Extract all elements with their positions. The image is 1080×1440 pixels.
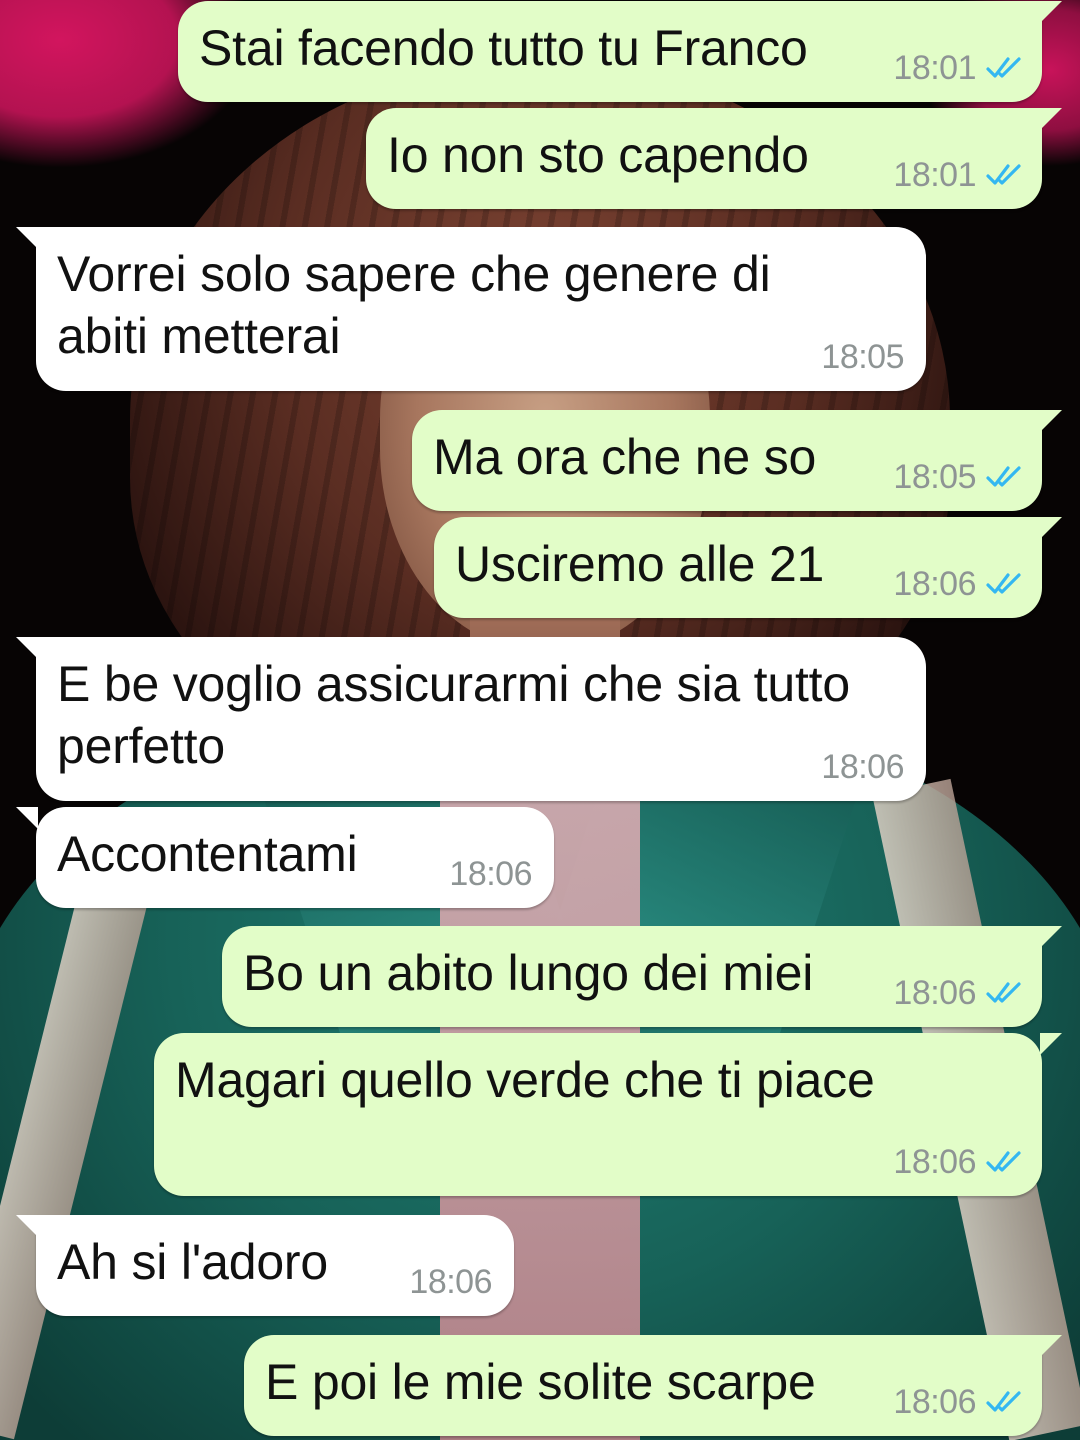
message-meta: 18:06 (893, 1142, 1024, 1182)
message-text: E poi le mie solite scarpe (265, 1354, 816, 1410)
incoming-message[interactable]: Accontentami 18:06 (16, 807, 554, 908)
message-text: Io non sto capendo (387, 127, 809, 183)
read-double-check-icon (986, 1391, 1021, 1412)
message-time: 18:06 (449, 855, 532, 893)
message-time: 18:01 (893, 49, 976, 87)
read-double-check-icon (986, 57, 1021, 78)
read-double-check-icon (986, 1151, 1021, 1172)
outgoing-message[interactable]: Usciremo alle 21 18:06 (434, 517, 1062, 618)
message-time: 18:06 (893, 974, 976, 1012)
outgoing-message[interactable]: E poi le mie solite scarpe 18:06 (244, 1335, 1062, 1436)
message-text: Ma ora che ne so (433, 429, 817, 485)
read-double-check-icon (986, 982, 1021, 1003)
message-meta: 18:05 (821, 337, 904, 377)
message-meta: 18:01 (893, 155, 1024, 195)
message-time: 18:06 (409, 1263, 492, 1301)
message-list[interactable]: Stai facendo tutto tu Franco 18:01 Io no… (0, 0, 1080, 1440)
outgoing-message[interactable]: Io non sto capendo 18:01 (366, 108, 1062, 209)
message-time: 18:06 (821, 748, 904, 786)
outgoing-message[interactable]: Bo un abito lungo dei miei 18:06 (222, 926, 1062, 1027)
message-text: E be voglio assicurarmi che sia tutto pe… (57, 656, 850, 774)
message-meta: 18:05 (893, 457, 1024, 497)
read-double-check-icon (986, 466, 1021, 487)
message-time: 18:06 (893, 1383, 976, 1421)
outgoing-message[interactable]: Stai facendo tutto tu Franco 18:01 (178, 1, 1062, 102)
message-meta: 18:06 (893, 973, 1024, 1013)
message-meta: 18:06 (409, 1262, 492, 1302)
message-meta: 18:06 (893, 1382, 1024, 1422)
message-meta: 18:06 (893, 564, 1024, 604)
message-text: Usciremo alle 21 (455, 536, 825, 592)
message-time: 18:05 (821, 338, 904, 376)
incoming-message[interactable]: Vorrei solo sapere che genere di abiti m… (16, 227, 926, 391)
incoming-message[interactable]: Ah si l'adoro 18:06 (16, 1215, 514, 1316)
message-text: Vorrei solo sapere che genere di abiti m… (57, 246, 771, 364)
message-meta: 18:06 (821, 747, 904, 787)
message-time: 18:01 (893, 156, 976, 194)
message-text: Bo un abito lungo dei miei (243, 945, 814, 1001)
message-meta: 18:01 (893, 48, 1024, 88)
message-text: Stai facendo tutto tu Franco (199, 20, 808, 76)
message-time: 18:06 (893, 1143, 976, 1181)
message-text: Magari quello verde che ti piace (175, 1052, 875, 1108)
message-meta: 18:06 (449, 854, 532, 894)
outgoing-message[interactable]: Ma ora che ne so 18:05 (412, 410, 1062, 511)
read-double-check-icon (986, 164, 1021, 185)
message-time: 18:05 (893, 458, 976, 496)
outgoing-message[interactable]: Magari quello verde che ti piace 18:06 (154, 1033, 1062, 1196)
message-text: Accontentami (57, 826, 358, 882)
message-text: Ah si l'adoro (57, 1234, 328, 1290)
message-time: 18:06 (893, 565, 976, 603)
incoming-message[interactable]: E be voglio assicurarmi che sia tutto pe… (16, 637, 926, 801)
read-double-check-icon (986, 573, 1021, 594)
